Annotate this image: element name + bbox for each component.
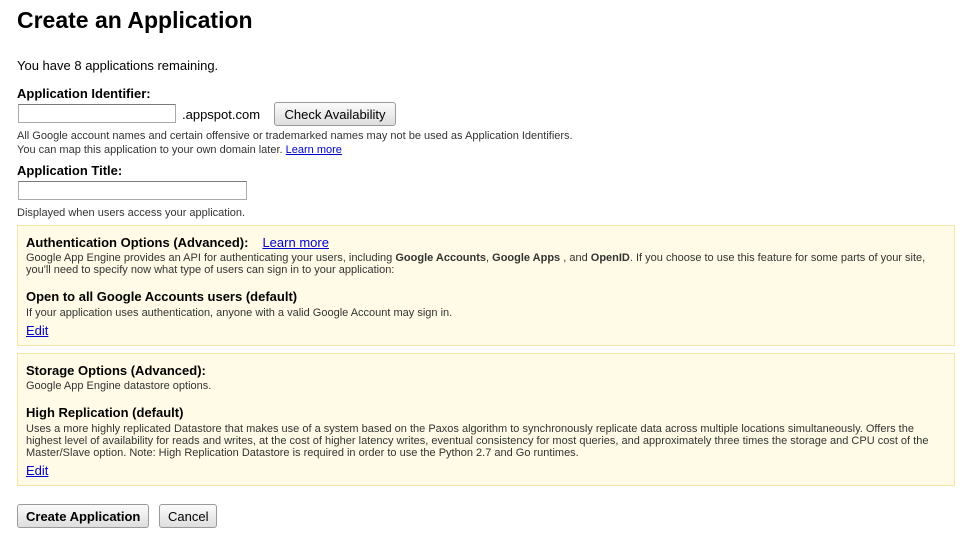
identifier-hint-text: You can map this application to your own… [17,144,283,156]
authentication-description: Google App Engine provides an API for au… [26,252,944,276]
storage-options-heading: Storage Options (Advanced): [26,363,206,378]
application-title-hint: Displayed when users access your applica… [17,207,246,219]
authentication-options-heading: Authentication Options (Advanced): Learn … [26,235,329,250]
application-title-label: Application Title: [17,163,123,178]
storage-edit-link[interactable]: Edit [26,463,48,478]
application-title-input[interactable] [18,181,247,200]
auth-google-apps: Google Apps [492,252,561,264]
application-identifier-input[interactable] [18,104,176,123]
authentication-option-description: If your application uses authentication,… [26,307,453,319]
authentication-learn-more-link[interactable]: Learn more [262,235,328,250]
storage-description: Google App Engine datastore options. [26,380,212,392]
auth-openid: OpenID [590,252,630,264]
authentication-edit-link[interactable]: Edit [26,323,48,338]
identifier-hint-line1: All Google account names and certain off… [17,130,573,142]
auth-desc-sep-2: , and [560,252,591,264]
applications-remaining-text: You have 8 applications remaining. [17,58,219,73]
auth-desc-text-1: Google App Engine provides an API for au… [26,252,396,264]
storage-options-panel: Storage Options (Advanced): Google App E… [17,353,955,486]
page-title: Create an Application [17,7,253,33]
auth-google-accounts: Google Accounts [395,252,487,264]
authentication-option-title: Open to all Google Accounts users (defau… [26,289,298,304]
authentication-options-panel: Authentication Options (Advanced): Learn … [17,225,955,346]
create-application-button[interactable]: Create Application [17,504,149,528]
check-availability-button[interactable]: Check Availability [274,102,396,126]
identifier-hint-line2: You can map this application to your own… [17,143,342,157]
storage-option-title: High Replication (default) [26,405,184,420]
cancel-button[interactable]: Cancel [159,504,217,528]
identifier-learn-more-link[interactable]: Learn more [286,144,342,156]
application-identifier-label: Application Identifier: [17,86,151,101]
storage-option-description: Uses a more highly replicated Datastore … [26,423,929,459]
appspot-suffix: .appspot.com [182,107,261,122]
authentication-options-title: Authentication Options (Advanced): [26,235,249,250]
